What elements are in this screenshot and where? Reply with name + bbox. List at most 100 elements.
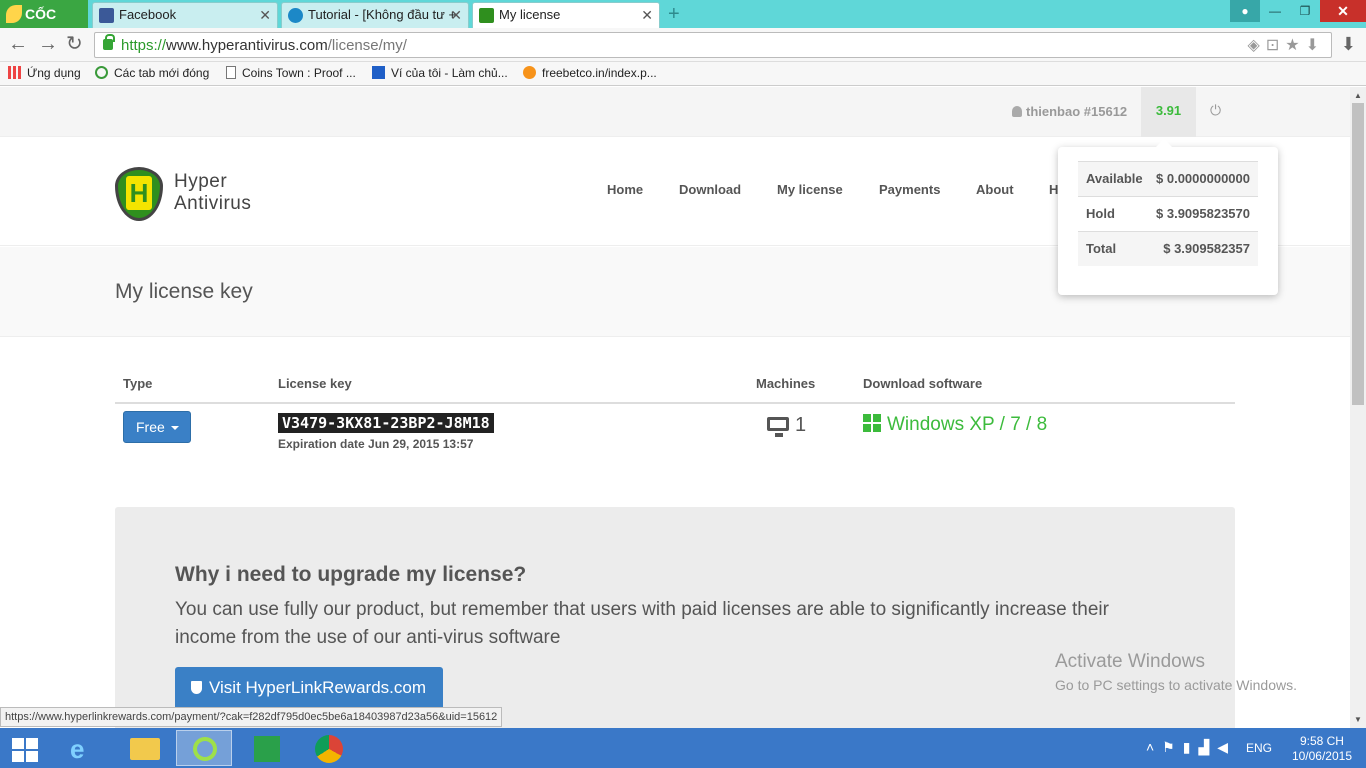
wallet-row-total: Total $ 3.909582357	[1078, 231, 1258, 266]
taskbar-coccoc[interactable]	[176, 730, 232, 766]
facebook-icon	[99, 8, 114, 23]
apps-grid-icon	[8, 66, 21, 79]
wallet-dropdown: Available $ 0.0000000000 Hold $ 3.90958235…	[1058, 139, 1278, 295]
monitor-icon	[767, 417, 789, 437]
tab-my-license[interactable]: My license ✕	[472, 2, 660, 28]
wallet-row-available: Available $ 0.0000000000	[1078, 161, 1258, 196]
store-icon	[254, 736, 280, 762]
taskbar-clock[interactable]: 9:58 CH 10/06/2015	[1292, 734, 1352, 764]
tab-label: Tutorial - [Không đầu tư +	[308, 7, 457, 22]
windows-taskbar: e ˄⚑▮▟◀ ENG 9:58 CH 10/06/2015	[0, 728, 1366, 768]
chrome-icon	[315, 735, 343, 763]
maximize-button[interactable]: ❐	[1290, 0, 1320, 22]
balance-button[interactable]: 3.91	[1141, 87, 1196, 137]
input-language[interactable]: ENG	[1246, 741, 1272, 755]
user-icon	[1012, 106, 1022, 117]
signal-icon[interactable]: ▟	[1198, 739, 1217, 755]
tab-tutorial[interactable]: Tutorial - [Không đầu tư + ✕	[281, 2, 469, 28]
machines-count: 1	[767, 414, 806, 437]
downloads-icon[interactable]: ⬇	[1341, 34, 1356, 55]
license-key-value[interactable]: V3479-3KX81-23BP2-J8M18	[278, 413, 494, 433]
header-download-software: Download software	[863, 376, 983, 391]
savior-download-icon[interactable]: ⬇	[1306, 37, 1325, 54]
folder-icon	[130, 738, 160, 760]
back-arrow-icon[interactable]: ←	[8, 33, 28, 55]
taskbar-file-explorer[interactable]	[116, 730, 172, 766]
window-controls: ● — ❐ ✕	[1230, 0, 1366, 22]
bookmark-apps[interactable]: Ứng dụng	[8, 66, 81, 80]
action-center-icon[interactable]: ⚑	[1162, 739, 1183, 755]
bookmark-wallet[interactable]: Ví của tôi - Làm chủ...	[372, 66, 508, 80]
nav-download[interactable]: Download	[679, 182, 741, 197]
nav-payments[interactable]: Payments	[879, 182, 940, 197]
page-scrollbar[interactable]: ▲ ▼	[1350, 87, 1366, 728]
tab-label: Facebook	[119, 7, 177, 22]
bookmark-star-icon[interactable]: ★	[1285, 37, 1305, 54]
translate-icon[interactable]: ⊡	[1266, 37, 1285, 54]
activate-windows-watermark: Activate Windows Go to PC settings to ac…	[1055, 651, 1297, 693]
bookmark-recent-tabs[interactable]: Các tab mới đóng	[95, 66, 209, 80]
download-windows-link[interactable]: Windows XP / 7 / 8	[863, 414, 1047, 436]
license-type-dropdown[interactable]: Free	[123, 411, 191, 443]
minimize-button[interactable]: —	[1260, 0, 1290, 22]
window-close-button[interactable]: ✕	[1320, 0, 1366, 22]
browser-tabbar: CỐC CỐC Facebook ✕ Tutorial - [Không đầu…	[0, 0, 1366, 50]
account-strip: thienbao #15612 3.91 ⏻	[0, 87, 1350, 137]
caret-down-icon	[170, 426, 179, 430]
nav-about[interactable]: About	[976, 182, 1014, 197]
visit-hyperlinkrewards-button[interactable]: Visit HyperLinkRewards.com	[175, 667, 443, 711]
bookmark-coins-town[interactable]: Coins Town : Proof ...	[226, 66, 356, 80]
omnibox-actions: ◈⊡★⬇	[1248, 35, 1325, 55]
show-hidden-icons-icon[interactable]: ˄	[1146, 739, 1162, 755]
new-tab-button[interactable]: +	[668, 3, 680, 25]
upgrade-description: You can use fully our product, but remem…	[175, 599, 1109, 648]
nav-help-partial[interactable]: H	[1049, 182, 1058, 197]
start-button[interactable]	[0, 730, 56, 766]
scroll-down-icon[interactable]: ▼	[1354, 715, 1362, 724]
windows-logo-icon	[863, 414, 881, 432]
upgrade-panel: Why i need to upgrade my license? You ca…	[115, 507, 1235, 728]
hyper-antivirus-logo-icon[interactable]: H	[115, 167, 163, 221]
coccoc-logo-icon	[6, 5, 22, 23]
tab-facebook[interactable]: Facebook ✕	[92, 2, 278, 28]
coccoc-brand-button[interactable]: CỐC CỐC	[0, 0, 88, 50]
logo-text[interactable]: Hyper Antivirus	[174, 171, 251, 215]
user-menu[interactable]: thienbao #15612	[1012, 104, 1127, 119]
scroll-up-icon[interactable]: ▲	[1354, 91, 1362, 100]
taskbar-internet-explorer[interactable]: e	[56, 730, 112, 766]
nav-home[interactable]: Home	[607, 182, 643, 197]
bookmark-freebitco[interactable]: freebetco.in/index.p...	[523, 66, 657, 80]
close-icon[interactable]: ✕	[641, 3, 653, 27]
volume-icon[interactable]: ◀	[1217, 739, 1236, 755]
close-icon[interactable]: ✕	[259, 3, 271, 27]
forward-arrow-icon[interactable]: →	[38, 33, 58, 55]
header-machines: Machines	[756, 376, 816, 391]
nav-my-license[interactable]: My license	[777, 182, 843, 197]
adblock-shield-icon[interactable]: ◈	[1248, 37, 1266, 54]
internet-explorer-icon: e	[70, 734, 85, 764]
power-logout-icon[interactable]: ⏻	[1210, 102, 1221, 119]
taskbar-store[interactable]	[238, 730, 294, 766]
url-text: https://www.hyperantivirus.com/license/m…	[121, 37, 407, 54]
page-icon	[226, 66, 236, 79]
scroll-thumb[interactable]	[1352, 103, 1364, 405]
user-profile-icon[interactable]: ●	[1230, 0, 1260, 22]
browser-toolbar: ← → ↻ https://www.hyperantivirus.com/lic…	[0, 28, 1366, 62]
system-tray: ˄⚑▮▟◀	[1146, 739, 1236, 756]
web-page: thienbao #15612 3.91 ⏻ H Hyper Antivirus…	[0, 87, 1350, 728]
taskbar-chrome[interactable]	[300, 730, 356, 766]
header-type: Type	[123, 376, 153, 391]
page-title: My license key	[115, 280, 253, 303]
reload-icon[interactable]: ↻	[66, 33, 83, 55]
expiration-date: Expiration date Jun 29, 2015 13:57	[278, 437, 474, 451]
windows-start-icon	[12, 738, 38, 762]
table-divider	[115, 402, 1235, 404]
network-icon[interactable]: ▮	[1183, 739, 1199, 755]
lock-icon	[103, 34, 115, 50]
address-bar[interactable]: https://www.hyperantivirus.com/license/m…	[94, 32, 1332, 58]
status-bar-url: https://www.hyperlinkrewards.com/payment…	[0, 707, 503, 727]
close-icon[interactable]: ✕	[450, 3, 462, 27]
bitcoin-icon	[523, 66, 536, 79]
upgrade-title: Why i need to upgrade my license?	[175, 563, 527, 586]
wallet-row-hold: Hold $ 3.9095823570	[1078, 196, 1258, 231]
